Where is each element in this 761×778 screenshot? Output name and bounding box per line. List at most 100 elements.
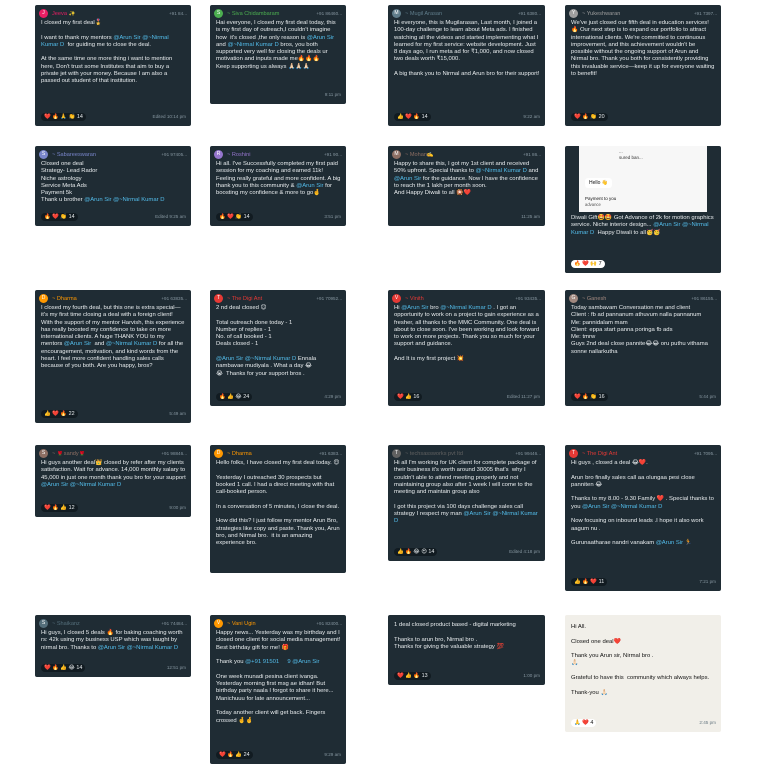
message-text: Hi guys , closed a deal 😂❤️. Arun bro fi… (571, 460, 714, 547)
mini-line2: sured ban... (619, 155, 643, 160)
timestamp: 9:22 am (523, 114, 540, 119)
sender-phone: +91 74484... (161, 621, 187, 626)
chat-screenshot: D ~ Dharma +91 63835... I closed my fourth … (35, 290, 191, 423)
sender-name: ~ Vinith (405, 295, 424, 302)
reactions: 🔥 ❤️ 👏 14 (41, 212, 78, 221)
chat-screenshot: ... sured ban... Hello 👋 Payment to you adva… (565, 146, 721, 273)
message-footer: ❤️ 🔥 👍 24 9:29 am (216, 750, 341, 759)
timestamp: 7:21 pm (699, 579, 716, 584)
sender-name: ~ The Digi Ant (582, 450, 618, 457)
message-header: T ~ The Digi Ant +91 70952... (210, 293, 346, 304)
chat-screenshot: M ~ Mohan✍️ +91 86... Happy to share this, … (388, 146, 545, 226)
avatar: Y (569, 9, 578, 18)
avatar: V (392, 294, 401, 303)
message-text: Hi all. I've Successfully completed my f… (216, 161, 343, 197)
timestamp: 12:51 pm (166, 665, 186, 670)
chat-screenshot: T ~ The Digi Ant +91 7095... Hi guys , clos… (565, 445, 721, 591)
sender-phone: +91 99446... (515, 451, 541, 456)
avatar: S (39, 619, 48, 628)
sender-name: ~ techsassworks pvt ltd (405, 450, 463, 457)
message-text: Hi @Arun Sir bro @~Nirmal Kumar D . I go… (394, 305, 540, 363)
reactions: 👍 ❤️ 🔥 22 (41, 409, 78, 418)
message-header: V ~ Vani Ugin +91 82400... (210, 618, 346, 629)
reactions: ❤️ 👍 🔥 13 (394, 671, 431, 680)
sender-phone: +91 93435... (515, 296, 541, 301)
message-text: Hi guys, I closed 5 deals 🔥 for baking c… (41, 630, 185, 651)
sender-phone: +91 84... (168, 11, 187, 16)
avatar: R (214, 150, 223, 159)
sender-name: ~ Dharma (52, 295, 77, 302)
message-footer: 9:11 pm (216, 90, 341, 99)
avatar: M (392, 9, 401, 18)
sender-phone: +91 86... (522, 152, 541, 157)
reactions: 🔥 ❤️ 👏 14 (216, 212, 253, 221)
chat-screenshot: G ~ Ganesh +91 86155... Today sambavam Conv… (565, 290, 721, 406)
reactions: ❤️ 🔥 🙏 👏 14 (41, 112, 86, 121)
message-footer: 11:25 am (394, 212, 540, 221)
message-text: I closed my fourth deal, but this one is… (41, 305, 187, 370)
reactions: 🔥 ❤️ 🙌 7 (571, 259, 605, 268)
message-text: 1 deal closed product based - digital ma… (394, 622, 516, 650)
message-footer: ❤️ 👍 16 Edited 11:27 pm (394, 392, 540, 401)
chat-screenshot: D ~ Dharma +91 6383... Hello folks, I have … (210, 445, 346, 573)
avatar: J (39, 9, 48, 18)
mini-pay2: advance (585, 202, 601, 207)
sender-phone: +91 86155... (691, 296, 717, 301)
reactions: ❤️ 🔥 👏 16 (571, 392, 608, 401)
message-text: 2 nd deal closed 😊 Total outreach done t… (216, 305, 317, 377)
sender-name: ~ Ganesh (582, 295, 607, 302)
message-text: We've just closed our fifth deal in educ… (571, 20, 717, 78)
chat-screenshot: T ~ The Digi Ant +91 70952... 2 nd deal clo… (210, 290, 346, 406)
reactions: 👍 🔥 ❤️ 11 (571, 577, 608, 586)
avatar: T (214, 294, 223, 303)
timestamp: 9:29 am (324, 752, 341, 757)
sender-phone: +91 63835... (161, 296, 187, 301)
message-header: Y ~ Yukeshwaran +91 7397... (565, 8, 721, 19)
message-footer (216, 559, 341, 568)
sender-phone: +91 82400... (316, 621, 342, 626)
timestamp: Edited 9:25 am (155, 214, 186, 219)
message-text: Happy to share this, I got my 1st client… (394, 161, 540, 197)
sender-name: ~ Dharma (227, 450, 252, 457)
reactions: ❤️ 🔥 👍 12 (41, 503, 78, 512)
mini-line1: ... (619, 149, 623, 154)
reactions: 🙏 ❤️ 4 (571, 718, 597, 727)
message-footer: 🔥 👍 😂 24 4:29 pm (216, 392, 341, 401)
sender-name: ~ Siva Chidambaram (227, 10, 280, 17)
sender-name: ~ The Digi Ant (227, 295, 263, 302)
timestamp: 9:00 pm (169, 505, 186, 510)
chat-screenshot: S ~ 🌹sandy🌹 +91 98846... Hi guys another de… (35, 445, 191, 517)
timestamp: 5:49 am (169, 411, 186, 416)
message-text: Closed one deal Strategy- Lead Rador Nic… (41, 161, 165, 204)
sender-name: ~ Vani Ugin (227, 620, 256, 627)
reactions: ❤️ 👍 16 (394, 392, 423, 401)
message-header: J Jeeva ✨ +91 84... (35, 8, 191, 19)
message-footer: 👍 ❤️ 🔥 22 5:49 am (41, 409, 186, 418)
message-footer: ❤️ 🔥 🙏 👏 14 Edited 10:14 pm (41, 112, 186, 121)
message-header: T ~ techsassworks pvt ltd +91 99446... (388, 448, 545, 459)
message-footer: 🙏 ❤️ 4 2:45 pm (571, 718, 716, 727)
chat-screenshot: 1 deal closed product based - digital ma… (388, 615, 545, 685)
mini-hello: Hello 👋 (585, 178, 613, 188)
timestamp: Edited 4:18 pm (509, 549, 540, 554)
reactions: 👍 ❤️ 🔥 14 (394, 112, 431, 121)
message-header: M ~ Mohan✍️ +91 86... (388, 149, 545, 160)
sender-name: ~ Roshini (227, 151, 251, 158)
message-footer: 🔥 ❤️ 👏 14 Edited 9:25 am (41, 212, 186, 221)
avatar: D (39, 294, 48, 303)
sender-phone: +91 6383... (318, 451, 342, 456)
message-header: D ~ Dharma +91 63835... (35, 293, 191, 304)
reactions: ❤️ 🔥 👍 😂 14 (41, 663, 86, 672)
avatar: S (214, 9, 223, 18)
message-footer: ❤️ 🔥 👏 20 (571, 112, 716, 121)
sender-name: ~ 🌹sandy🌹 (52, 450, 86, 457)
reactions: ❤️ 🔥 👏 20 (571, 112, 608, 121)
reactions: ❤️ 🔥 👍 24 (216, 750, 253, 759)
mini-pay1: Payment to you (585, 196, 617, 201)
message-footer: ❤️ 👍 🔥 13 1:00 pm (394, 671, 540, 680)
timestamp: Edited 10:14 pm (152, 114, 186, 119)
sender-name: Jeeva ✨ (52, 10, 76, 17)
message-text: I closed my first deal🎖️ I want to thank… (41, 20, 173, 85)
message-header: M ~ Mugil Arasan +91 6380... (388, 8, 545, 19)
message-footer: ❤️ 🔥 👏 16 5:44 pm (571, 392, 716, 401)
